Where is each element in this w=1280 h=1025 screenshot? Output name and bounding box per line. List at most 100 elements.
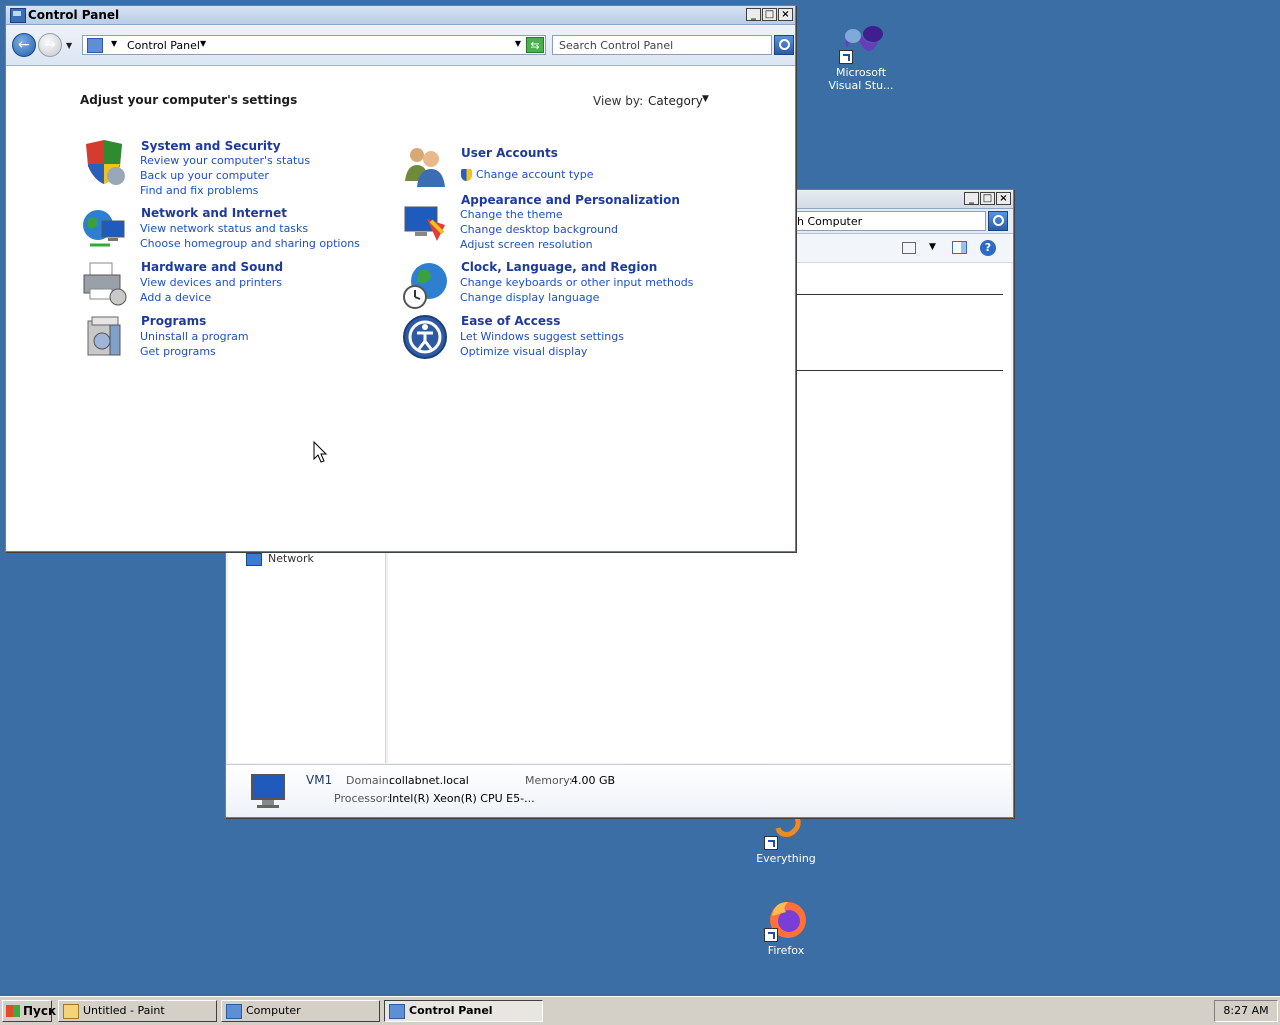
shortcut-arrow-icon — [764, 928, 778, 942]
category-link[interactable]: Back up your computer — [140, 169, 269, 182]
taskbar-item-label: Computer — [246, 1004, 301, 1017]
chevron-down-icon[interactable]: ▼ — [111, 39, 117, 48]
search-placeholder: h Computer — [797, 215, 863, 228]
search-input[interactable]: Search Control Panel — [552, 35, 772, 55]
preview-pane-icon[interactable] — [952, 241, 967, 254]
view-by-dropdown[interactable]: Category — [648, 94, 703, 108]
processor-label: Processor: — [334, 792, 391, 805]
category-link[interactable]: View network status and tasks — [140, 222, 308, 235]
close-button[interactable]: × — [778, 8, 793, 21]
category-link[interactable]: Adjust screen resolution — [460, 238, 593, 251]
network-icon — [246, 553, 262, 566]
programs-box-icon — [80, 313, 128, 361]
category-link[interactable]: Change account type — [476, 168, 594, 181]
memory-label: Memory: — [525, 774, 573, 787]
breadcrumb[interactable]: Control Panel — [127, 39, 200, 52]
system-clock[interactable]: 8:27 AM — [1214, 1000, 1278, 1022]
start-button[interactable]: Пуск — [2, 1000, 56, 1022]
category-title[interactable]: Ease of Access — [461, 314, 560, 328]
taskbar: Пуск Untitled - Paint Computer Control P… — [0, 996, 1280, 1025]
category-title[interactable]: Programs — [141, 314, 206, 328]
desktop-icon-firefox[interactable]: Firefox — [746, 898, 826, 957]
details-pane: VM1 Domain: collabnet.local Memory: 4.00… — [226, 764, 1011, 817]
computer-monitor-icon — [248, 771, 288, 811]
taskbar-item-paint[interactable]: Untitled - Paint — [58, 1000, 217, 1022]
category-link[interactable]: Change keyboards or other input methods — [460, 276, 693, 289]
shortcut-arrow-icon — [839, 50, 853, 64]
view-by-label: View by: — [593, 94, 644, 108]
paint-icon — [63, 1004, 79, 1019]
close-button[interactable]: × — [996, 192, 1011, 205]
taskbar-item-control-panel[interactable]: Control Panel — [384, 1000, 543, 1022]
sidebar-item-network[interactable]: Network — [246, 551, 356, 567]
computer-search-input[interactable]: h Computer — [792, 211, 986, 231]
taskbar-item-computer[interactable]: Computer — [221, 1000, 380, 1022]
search-icon[interactable] — [988, 211, 1008, 231]
desktop-icon-label: Microsoft — [835, 66, 887, 79]
back-button[interactable]: ← — [12, 33, 36, 57]
chevron-down-icon[interactable]: ▼ — [702, 94, 709, 104]
maximize-button[interactable]: □ — [980, 192, 995, 205]
taskbar-item-label: Control Panel — [409, 1004, 493, 1017]
category-link[interactable]: Add a device — [140, 291, 211, 304]
computer-name: VM1 — [306, 773, 333, 787]
category-link[interactable]: Optimize visual display — [460, 345, 587, 358]
domain-value: collabnet.local — [389, 774, 469, 787]
ease-of-access-icon — [401, 313, 449, 361]
page-title: Adjust your computer's settings — [80, 93, 298, 107]
memory-value: 4.00 GB — [571, 774, 616, 787]
view-options-icon[interactable] — [902, 242, 916, 254]
control-panel-content: Adjust your computer's settings View by:… — [6, 66, 795, 551]
category-link[interactable]: Change desktop background — [460, 223, 618, 236]
domain-label: Domain: — [346, 774, 393, 787]
category-link[interactable]: Get programs — [140, 345, 216, 358]
minimize-button[interactable]: _ — [964, 192, 979, 205]
window-title: Control Panel — [28, 8, 120, 22]
category-link[interactable]: Find and fix problems — [140, 184, 258, 197]
globe-clock-icon — [401, 261, 449, 309]
visual-studio-icon — [839, 20, 883, 64]
uac-shield-icon — [461, 169, 472, 181]
processor-value: Intel(R) Xeon(R) CPU E5-... — [389, 792, 535, 805]
category-title[interactable]: Network and Internet — [141, 206, 287, 220]
control-panel-window[interactable]: Control Panel _ □ × ← → ▼ ▼ Control Pane… — [5, 5, 796, 552]
user-accounts-icon — [401, 141, 449, 189]
help-icon[interactable]: ? — [980, 240, 996, 256]
category-link[interactable]: Review your computer's status — [140, 154, 310, 167]
control-panel-titlebar[interactable]: Control Panel _ □ × — [6, 6, 795, 25]
computer-icon — [226, 1004, 242, 1019]
desktop-icon-label: Visual Stu... — [828, 79, 894, 92]
address-bar[interactable]: ▼ Control Panel ▼ ▼ — [82, 35, 546, 55]
chevron-down-icon[interactable]: ▼ — [929, 242, 936, 252]
category-title[interactable]: Appearance and Personalization — [461, 193, 680, 207]
address-history-chevron-icon[interactable]: ▼ — [515, 39, 521, 48]
category-title[interactable]: Clock, Language, and Region — [461, 260, 657, 274]
control-panel-icon — [10, 8, 26, 23]
category-link[interactable]: Change display language — [460, 291, 599, 304]
chevron-down-icon[interactable]: ▼ — [200, 39, 206, 48]
category-title[interactable]: System and Security — [141, 139, 281, 153]
minimize-button[interactable]: _ — [746, 8, 761, 21]
shortcut-arrow-icon — [764, 836, 778, 850]
category-title[interactable]: Hardware and Sound — [141, 260, 283, 274]
refresh-button[interactable]: ⇆ — [526, 37, 544, 53]
address-toolbar: ← → ▼ ▼ Control Panel ▼ ▼ ⇆ Search Contr… — [6, 25, 795, 66]
category-link[interactable]: Let Windows suggest settings — [460, 330, 624, 343]
category-title[interactable]: User Accounts — [461, 146, 558, 160]
control-panel-icon — [87, 38, 103, 53]
taskbar-item-label: Untitled - Paint — [83, 1004, 165, 1017]
firefox-icon — [764, 898, 808, 942]
divider — [796, 370, 1003, 371]
category-link[interactable]: Uninstall a program — [140, 330, 249, 343]
category-link[interactable]: Choose homegroup and sharing options — [140, 237, 360, 250]
search-placeholder: Search Control Panel — [559, 39, 674, 52]
desktop-icon-visual-studio[interactable]: Microsoft Visual Stu... — [821, 20, 901, 92]
recent-pages-chevron-icon[interactable]: ▼ — [66, 41, 72, 50]
forward-button[interactable]: → — [38, 33, 62, 57]
maximize-button[interactable]: □ — [762, 8, 777, 21]
shield-icon — [80, 138, 128, 186]
control-panel-icon — [389, 1004, 405, 1019]
category-link[interactable]: Change the theme — [460, 208, 563, 221]
category-link[interactable]: View devices and printers — [140, 276, 282, 289]
search-icon[interactable] — [774, 35, 794, 55]
